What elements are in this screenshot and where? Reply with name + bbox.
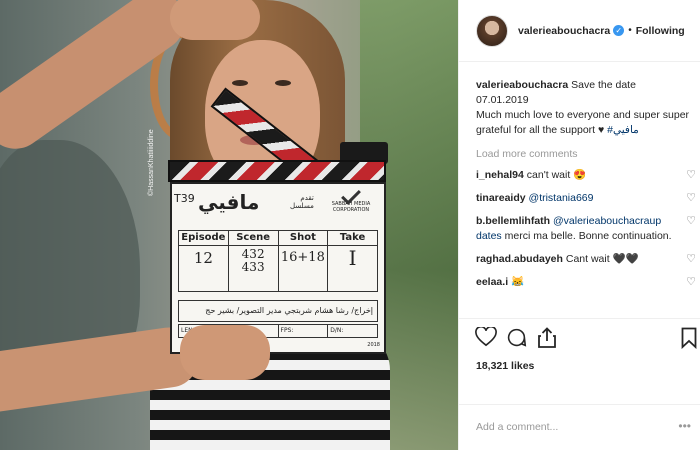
scene-code: T39 [174,192,195,205]
production-logo: SABBAH MEDIA CORPORATION [322,185,380,213]
action-bar [459,318,700,358]
shot-label: Shot [278,231,328,246]
caption-line3: Much much love to everyone and super sup… [476,109,690,136]
caption-username[interactable]: valerieabouchacra [476,79,568,91]
dn-field: D/N: [330,327,344,334]
likes-count[interactable]: 18,321 likes [476,360,534,372]
comment-mention[interactable]: @tristania669 [529,192,594,204]
crew-text: إخراج/ رشا هشام شربتجي مدير التصوير/ بشي… [205,306,373,315]
scene-label: Scene [228,231,278,246]
comment-item: tinareaidy @tristania669 ♡ [476,191,696,206]
like-comment-heart-icon[interactable]: ♡ [686,252,696,267]
like-comment-heart-icon[interactable]: ♡ [686,214,696,229]
add-comment-bar: Add a comment... ••• [459,404,700,450]
comments-section: valerieabouchacra Save the date 07.01.20… [476,78,696,286]
episode-label: Episode [179,231,228,246]
production-name: SABBAH MEDIA CORPORATION [331,201,371,213]
comment-username[interactable]: tinareaidy [476,192,526,204]
caption-line1: Save the date [571,79,636,91]
add-comment-input[interactable]: Add a comment... [476,421,558,433]
photo-credit: ©HassanKhatiiiiddine [148,129,155,196]
shot-value: 16+18 [280,250,325,265]
comment-item: raghad.abudayeh Cant wait 🖤🖤 ♡ [476,252,696,267]
scene-value: 432 433 [241,247,265,274]
post-sidebar: valerieabouchacra ✓ • Following valeriea… [458,0,700,450]
caption-line2: 07.01.2019 [476,94,529,106]
clapper-head [168,160,386,182]
hand-bottom [180,325,270,380]
comment-username[interactable]: b.bellemlihfath [476,215,550,227]
post-header: valerieabouchacra ✓ • Following [459,0,700,62]
post-image[interactable]: T39 مافيي تقدم مسلسل SABBAH MEDIA CORPOR… [0,0,458,450]
like-comment-heart-icon[interactable]: ♡ [686,191,696,206]
scene-cell: Scene 432 433 [228,231,279,291]
take-value: I [348,246,357,270]
slate-year: 2018 [367,342,380,348]
comment-item: b.bellemlihfath @valerieabouchacraup dat… [476,214,696,244]
slate-grid: Episode 12 Scene 432 433 Shot 16+18 Take… [178,230,378,292]
right-eye [275,80,291,86]
comment-text: merci ma belle. Bonne continuation. [504,230,672,242]
comment-item: i_nehal94 can't wait 😍 ♡ [476,168,696,183]
caption-hashtag[interactable]: #مافيي [607,124,639,136]
episode-value: 12 [193,249,213,267]
fps-field: FPS: [279,325,329,337]
more-options-icon[interactable]: ••• [678,419,691,433]
load-more-comments[interactable]: Load more comments [476,148,696,160]
left-eye [232,80,248,86]
shot-cell: Shot 16+18 [278,231,329,291]
presents-text: تقدم مسلسل [290,194,314,210]
header-username[interactable]: valerieabouchacra [518,25,610,37]
bookmark-icon[interactable] [681,327,697,352]
take-label: Take [328,231,377,246]
like-comment-heart-icon[interactable]: ♡ [686,275,696,286]
comment-text: can't wait 😍 [526,169,587,181]
series-title: مافيي [198,190,260,214]
heart-icon[interactable] [475,325,497,350]
share-icon[interactable] [537,327,557,352]
comment-text: 😹 [511,276,525,286]
comment-username[interactable]: raghad.abudayeh [476,253,563,265]
following-button[interactable]: Following [636,25,685,37]
comment-username[interactable]: eelaa.i [476,276,508,286]
verified-badge-icon: ✓ [613,25,625,36]
episode-cell: Episode 12 [179,231,229,291]
caption: valerieabouchacra Save the date 07.01.20… [476,78,696,138]
comment-icon[interactable] [506,327,527,351]
comment-text: Cant wait 🖤🖤 [565,253,639,265]
take-cell: Take I [328,231,377,291]
avatar[interactable] [476,14,508,47]
hand-top [170,0,260,40]
separator-dot: • [628,25,632,36]
comment-username[interactable]: i_nehal94 [476,169,524,181]
crew-credits: إخراج/ رشا هشام شربتجي مدير التصوير/ بشي… [178,300,378,322]
comment-item: eelaa.i 😹 ♡ [476,275,696,286]
like-comment-heart-icon[interactable]: ♡ [686,168,696,183]
